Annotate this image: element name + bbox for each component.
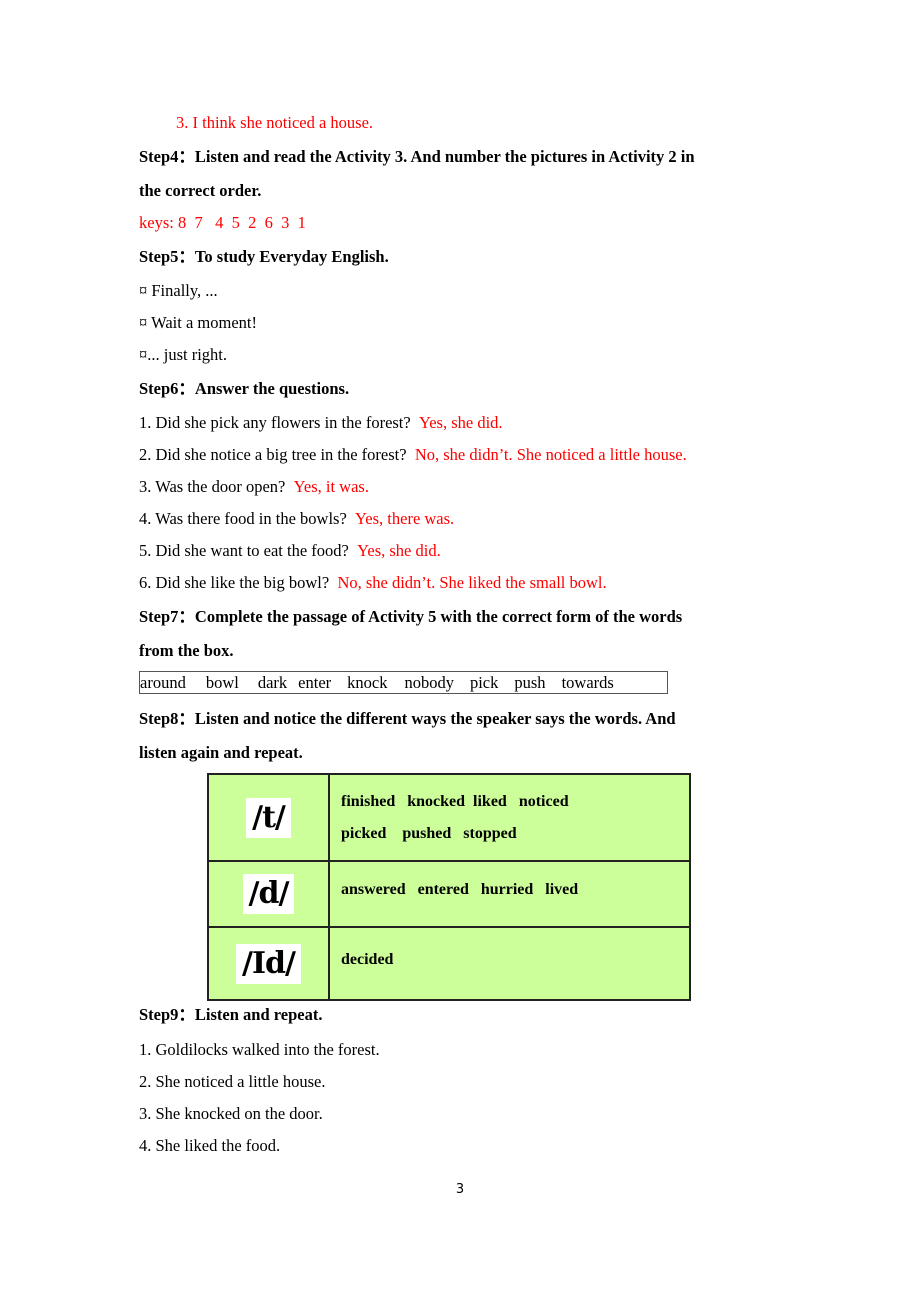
qa-item: 4. Was there food in the bowls? Yes, the… <box>139 509 454 529</box>
step4-heading-cont: the correct order. <box>139 181 262 200</box>
qa-item: 2. Did she notice a big tree in the fore… <box>139 445 687 465</box>
repeat-sentence: 2. She noticed a little house. <box>139 1072 326 1091</box>
qa-item: 3. Was the door open? Yes, it was. <box>139 477 369 497</box>
repeat-sentence: 1. Goldilocks walked into the forest. <box>139 1040 380 1059</box>
everyday-english-item: ¤ Wait a moment! <box>139 313 257 332</box>
pronunciation-table: /t/ finished knocked liked noticed picke… <box>207 773 691 1001</box>
step4-keys: keys: 8 7 4 5 2 6 3 1 <box>139 213 306 232</box>
question: 2. Did she notice a big tree in the fore… <box>139 445 407 464</box>
word: knock <box>347 673 388 692</box>
answer: Yes, there was. <box>355 509 455 528</box>
word: towards <box>561 673 614 692</box>
word: bowl <box>205 673 239 692</box>
table-row: /Id/ decided <box>207 926 691 1001</box>
symbol-cell: /t/ <box>207 773 330 862</box>
table-row: /t/ finished knocked liked noticed picke… <box>207 773 691 862</box>
word: push <box>514 673 546 692</box>
everyday-english-item: ¤ Finally, ... <box>139 281 218 300</box>
answer: No, she didn’t. She noticed a little hou… <box>414 445 687 464</box>
word-list: answered entered hurried lived <box>341 881 579 898</box>
qa-item: 6. Did she like the big bowl? No, she di… <box>139 573 607 593</box>
words-cell: finished knocked liked noticed picked pu… <box>328 773 691 862</box>
repeat-sentence: 4. She liked the food. <box>139 1136 281 1155</box>
phoneme-symbol: /t/ <box>246 797 291 838</box>
everyday-english-item: ¤... just right. <box>139 345 228 364</box>
word: enter <box>298 673 332 692</box>
answer: Yes, she did. <box>357 541 441 560</box>
qa-item: 1. Did she pick any flowers in the fores… <box>139 413 503 433</box>
question: 5. Did she want to eat the food? <box>139 541 349 560</box>
step5-heading: Step5：To study Everyday English. <box>139 247 389 266</box>
symbol-cell: /Id/ <box>207 926 330 1001</box>
step7-heading: Step7：Complete the passage of Activity 5… <box>139 607 683 626</box>
repeat-sentence: 3. She knocked on the door. <box>139 1104 323 1123</box>
answer-line: 3. I think she noticed a house. <box>176 113 374 132</box>
step8-heading-cont: listen again and repeat. <box>139 743 303 762</box>
phoneme-symbol: /Id/ <box>236 943 301 984</box>
word: around <box>140 673 186 692</box>
symbol-cell: /d/ <box>207 860 330 928</box>
word: nobody <box>404 673 454 692</box>
qa-item: 5. Did she want to eat the food? Yes, sh… <box>139 541 441 561</box>
step7-heading-cont: from the box. <box>139 641 234 660</box>
question: 4. Was there food in the bowls? <box>139 509 347 528</box>
word-box: around bowl dark enter knock nobody pick… <box>139 671 668 694</box>
answer: Yes, she did. <box>418 413 503 432</box>
answer: No, she didn’t. She liked the small bowl… <box>337 573 607 592</box>
question: 1. Did she pick any flowers in the fores… <box>139 413 411 432</box>
answer: Yes, it was. <box>293 477 369 496</box>
step8-heading: Step8：Listen and notice the different wa… <box>139 709 676 728</box>
step6-heading: Step6：Answer the questions. <box>139 379 350 398</box>
words-cell: decided <box>328 926 691 1001</box>
phoneme-symbol: /d/ <box>242 874 295 914</box>
page-number: 3 <box>455 1182 465 1197</box>
question: 3. Was the door open? <box>139 477 286 496</box>
word-list: decided <box>341 951 394 968</box>
word-list: finished knocked liked noticed <box>341 792 569 810</box>
question: 6. Did she like the big bowl? <box>139 573 330 592</box>
words-cell: answered entered hurried lived <box>328 860 691 928</box>
word: dark <box>257 673 288 692</box>
step9-heading: Step9：Listen and repeat. <box>139 1005 323 1024</box>
word: pick <box>469 673 499 692</box>
table-row: /d/ answered entered hurried lived <box>207 860 691 928</box>
step4-heading: Step4：Listen and read the Activity 3. An… <box>139 147 695 166</box>
word-list: picked pushed stopped <box>341 824 517 842</box>
